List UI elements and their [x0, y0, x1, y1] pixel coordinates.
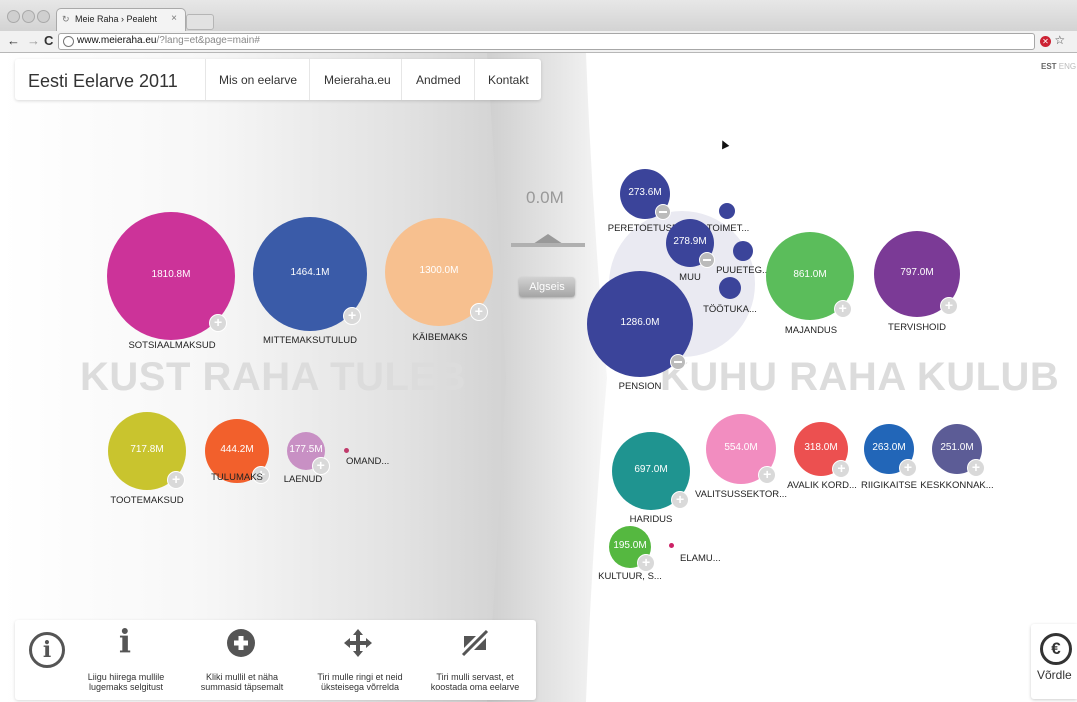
globe-icon [63, 36, 74, 47]
back-icon[interactable]: ← [7, 33, 20, 48]
expense-label-pension: PENSION [618, 381, 662, 392]
expense-label-riigikaitse: RIIGIKAITSE [861, 480, 917, 491]
expense-bubble-puueteg[interactable] [733, 241, 753, 261]
expense-label-muu: MUU [679, 272, 701, 283]
compare-label: Võrdle [1037, 668, 1072, 682]
window-minimize-dot[interactable] [22, 10, 35, 23]
new-tab-button[interactable] [186, 14, 214, 30]
tab-close-icon[interactable]: × [171, 13, 177, 24]
language-switch[interactable]: EST ENG [1041, 62, 1076, 71]
browser-toolbar: ← → C www.meieraha.eu/?lang=et&page=main… [0, 31, 1077, 53]
expense-label-elamu: ELAMU... [680, 553, 721, 564]
bookmark-star-icon[interactable]: ☆ [1054, 33, 1065, 47]
income-dot-omand[interactable] [343, 447, 349, 453]
euro-icon: € [1040, 633, 1072, 665]
url-text: www.meieraha.eu/?lang=et&page=main# [77, 35, 260, 46]
help-text-drag: Tiri mulle ringi et neid üksteisega võrr… [317, 672, 403, 692]
income-heading: KUST RAHA TULEB [80, 355, 466, 399]
bubble-value: 273.6M [628, 187, 662, 198]
expense-label-puueteg: PUUETEG... [716, 265, 770, 276]
expand-plus-icon[interactable]: + [343, 307, 362, 326]
income-label-tulumaks: TULUMAKS [211, 472, 263, 483]
expense-label-haridus: HARIDUS [629, 514, 673, 525]
tab-title: Meie Raha › Pealeht [75, 14, 158, 24]
compare-button[interactable]: € Võrdle [1031, 624, 1077, 699]
expense-bubble-toimet[interactable] [719, 203, 735, 219]
expense-label-valitsussektor: VALITSUSSEKTOR... [694, 489, 788, 500]
bubble-value: 697.0M [634, 464, 668, 475]
income-label-omand: OMAND... [346, 456, 390, 467]
bubble-value: 1286.0M [620, 317, 660, 328]
expense-heading: KUHU RAHA KULUB [660, 355, 1060, 399]
bubble-value: 263.0M [872, 442, 906, 453]
bubble-value: 1300.0M [419, 265, 459, 276]
browser-tab[interactable]: ↻ Meie Raha › Pealeht × [56, 8, 186, 32]
expand-plus-icon[interactable]: + [967, 459, 985, 477]
income-label-mittemaksutulud: MITTEMAKSUTULUD [263, 335, 357, 346]
expense-label-tervishoid: TERVISHOID [888, 322, 946, 333]
reload-icon[interactable]: C [44, 33, 53, 48]
bubble-value: 554.0M [724, 442, 758, 453]
bubble-value: 318.0M [804, 442, 838, 453]
resize-slash-icon [455, 628, 495, 663]
collapse-minus-icon[interactable] [655, 204, 671, 220]
loading-icon: ↻ [62, 14, 70, 24]
expand-plus-icon[interactable]: + [833, 299, 852, 318]
expense-label-kultuur-s: KULTUUR, S... [598, 571, 662, 582]
income-label-laenud: LAENUD [283, 474, 323, 485]
address-bar[interactable]: www.meieraha.eu/?lang=et&page=main# [58, 33, 1035, 50]
move-arrows-icon [338, 628, 378, 663]
browser-tab-bar: ↻ Meie Raha › Pealeht × [0, 0, 1077, 32]
reset-button[interactable]: Algseis [519, 277, 575, 297]
extension-stop-icon[interactable]: ✕ [1040, 36, 1051, 47]
expense-label-majandus: MAJANDUS [784, 325, 838, 336]
info-circle-icon[interactable]: i [29, 632, 65, 668]
expand-plus-icon[interactable]: + [469, 302, 488, 321]
help-text-click: Kliki mullil et näha summasid täpsemalt [200, 672, 284, 692]
help-text-resize: Tiri mulli servast, et koostada oma eela… [430, 672, 520, 692]
window-close-dot[interactable] [7, 10, 20, 23]
bubble-value: 1464.1M [290, 267, 330, 278]
help-panel: i i Liigu hiirega mullile lugemaks selgi… [15, 620, 536, 700]
window-zoom-dot[interactable] [37, 10, 50, 23]
income-label-käibemaks: KÄIBEMAKS [412, 332, 468, 343]
nav-andmed[interactable]: Andmed [416, 73, 461, 87]
bubble-value: 797.0M [900, 267, 934, 278]
expense-label-töötuka: TÖÖTUKA... [703, 304, 757, 315]
bubble-value: 195.0M [613, 540, 647, 551]
plus-circle-icon [221, 628, 261, 663]
bubble-value: 861.0M [793, 269, 827, 280]
forward-icon[interactable]: → [27, 33, 40, 48]
bubble-value: 444.2M [220, 444, 254, 455]
nav-meieraha[interactable]: Meieraha.eu [324, 73, 391, 87]
income-label-sotsiaalmaksud: SOTSIAALMAKSUD [128, 340, 216, 351]
bubble-value: 717.8M [130, 444, 164, 455]
balance-scale-bar [511, 243, 585, 247]
expense-bubble-töötuka[interactable] [719, 277, 741, 299]
bubble-value: 177.5M [289, 444, 323, 455]
nav-kontakt[interactable]: Kontakt [488, 73, 529, 87]
income-label-tootemaksud: TOOTEMAKSUD [110, 495, 184, 506]
page: Eesti Eelarve 2011 Mis on eelarve Meiera… [0, 53, 1077, 702]
bubble-value: 251.0M [940, 442, 974, 453]
top-navigation: Eesti Eelarve 2011 Mis on eelarve Meiera… [15, 59, 541, 100]
balance-total: 0.0M [526, 188, 564, 207]
expand-plus-icon[interactable]: + [939, 296, 958, 315]
bubble-value: 278.9M [673, 236, 707, 247]
info-letter-icon: i [118, 622, 132, 660]
expense-dot-elamu[interactable] [668, 542, 674, 548]
nav-mis-on-eelarve[interactable]: Mis on eelarve [219, 73, 297, 87]
expand-plus-icon[interactable]: + [899, 459, 917, 477]
expense-label-keskkonnak: KESKKONNAK... [920, 480, 994, 491]
expense-label-avalik-kord: AVALIK KORD... [787, 480, 857, 491]
site-title[interactable]: Eesti Eelarve 2011 [28, 71, 178, 92]
bubble-value: 1810.8M [151, 269, 191, 280]
help-text-hover: Liigu hiirega mullile lugemaks selgitust [87, 672, 165, 692]
expense-label-toimet: TOIMET... [706, 223, 750, 234]
expand-plus-icon[interactable]: + [311, 456, 330, 475]
